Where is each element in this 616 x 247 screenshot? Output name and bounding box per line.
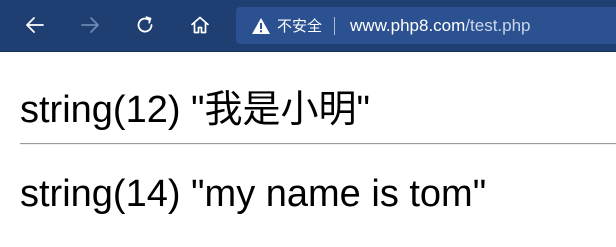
forward-arrow-icon xyxy=(81,17,99,33)
refresh-button[interactable] xyxy=(129,9,161,41)
forward-button[interactable] xyxy=(74,9,106,41)
browser-toolbar: 不安全 www.php8.com/test.php xyxy=(0,0,616,52)
output-line-2: string(14) "my name is tom" xyxy=(20,173,487,215)
home-icon xyxy=(191,16,209,34)
back-arrow-icon xyxy=(26,17,44,33)
warning-triangle-icon[interactable] xyxy=(250,15,272,37)
refresh-icon xyxy=(137,16,153,33)
horizontal-rule xyxy=(20,143,616,145)
back-button[interactable] xyxy=(19,9,51,41)
address-bar[interactable]: 不安全 www.php8.com/test.php xyxy=(236,7,616,44)
home-button[interactable] xyxy=(184,9,216,41)
address-divider xyxy=(334,16,336,35)
security-status-label[interactable]: 不安全 xyxy=(277,15,322,36)
page-content: string(12) "我是小明" string(14) "my name is… xyxy=(0,52,616,247)
output-line-1: string(12) "我是小明" xyxy=(20,89,371,131)
url-host: www.php8.com xyxy=(350,15,466,35)
url-path: /test.php xyxy=(465,15,531,35)
url-text[interactable]: www.php8.com/test.php xyxy=(350,16,531,36)
